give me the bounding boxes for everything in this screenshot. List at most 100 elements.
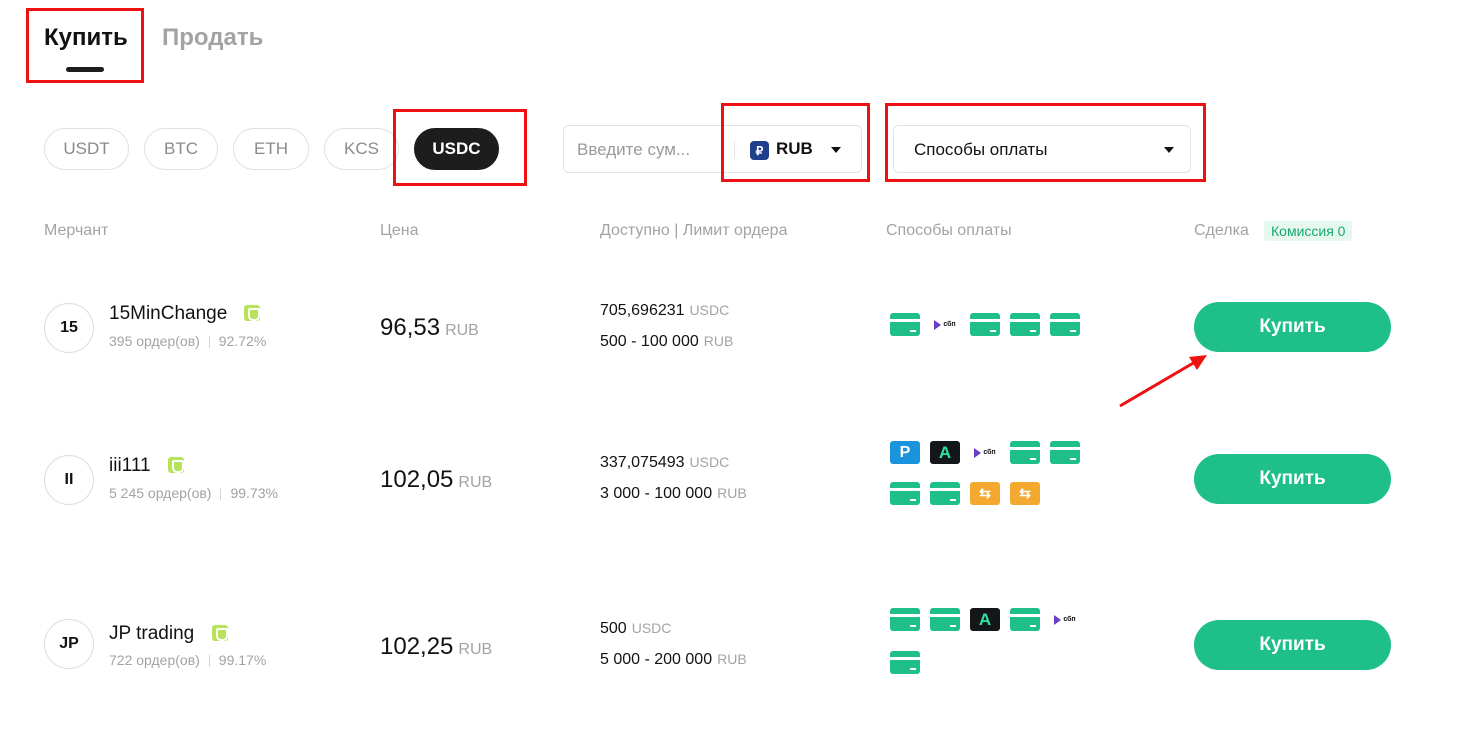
bank-card-icon — [1010, 441, 1040, 464]
bank-card-icon — [930, 482, 960, 505]
buy-button[interactable]: Купить — [1194, 302, 1391, 352]
merchant-stats: 5 245 ордер(ов) 99.73% — [109, 485, 278, 501]
price-value: 102,05 — [380, 466, 454, 493]
table-row: II iii111 5 245 ордер(ов) 99.73% 102,05 RU… — [0, 407, 1458, 557]
limit-value: 500 - 100 000 — [600, 333, 699, 350]
available-value: 500 — [600, 620, 627, 637]
table-row: JP JP trading 722 ордер(ов) 99.17% 102,25… — [0, 574, 1458, 724]
payment-methods-select[interactable]: Способы оплаты — [893, 125, 1191, 173]
bank-card-icon — [1010, 608, 1040, 631]
annotation-arrow-icon — [1119, 355, 1207, 408]
sbp-icon: сбп — [1050, 608, 1080, 631]
price: 102,05 RUB — [380, 466, 492, 494]
fee-badge: Комиссия 0 — [1264, 221, 1353, 241]
price-unit: RUB — [458, 641, 493, 658]
available-unit: USDC — [689, 302, 730, 318]
completion-rate: 99.73% — [230, 485, 278, 501]
verified-shield-icon — [168, 457, 184, 473]
coin-chip-usdt[interactable]: USDT — [44, 128, 129, 170]
divider — [208, 655, 210, 668]
chevron-down-icon[interactable] — [1164, 147, 1174, 153]
coin-chip-eth[interactable]: ETH — [233, 128, 309, 170]
available-amount: 337,075493 USDC — [600, 454, 729, 472]
available-unit: USDC — [631, 620, 672, 636]
available-value: 705,696231 — [600, 302, 685, 319]
bank-card-icon — [1050, 313, 1080, 336]
divider — [220, 488, 222, 501]
bank-card-icon — [890, 608, 920, 631]
advcash-a-icon: A — [930, 441, 960, 464]
header-price: Цена — [380, 222, 419, 239]
sbp-icon: сбп — [970, 441, 1000, 464]
merchant-name[interactable]: JP trading — [109, 623, 194, 645]
bank-card-icon — [890, 651, 920, 674]
completion-rate: 92.72% — [218, 333, 267, 349]
bank-card-icon — [1010, 313, 1040, 336]
price-value: 96,53 — [380, 314, 441, 341]
exchange-icon: ⇆ — [1010, 482, 1040, 505]
orders-count: 5 245 ордер(ов) — [109, 485, 212, 501]
bank-card-icon — [970, 313, 1000, 336]
table-row: 15 15MinChange 395 ордер(ов) 92.72% 96,53… — [0, 255, 1458, 405]
price: 96,53 RUB — [380, 314, 479, 342]
bank-card-icon — [930, 608, 960, 631]
header-deal: Сделка — [1194, 222, 1249, 239]
tab-buy[interactable]: Купить — [44, 24, 128, 52]
order-limit: 5 000 - 200 000 RUB — [600, 651, 747, 669]
avatar: II — [44, 455, 94, 505]
avatar: 15 — [44, 303, 94, 353]
bank-card-icon — [890, 313, 920, 336]
coin-chip-btc[interactable]: BTC — [144, 128, 218, 170]
bank-card-icon — [1050, 441, 1080, 464]
available-value: 337,075493 — [600, 454, 685, 471]
price-unit: RUB — [445, 322, 479, 339]
price-unit: RUB — [458, 474, 493, 491]
divider — [734, 141, 735, 159]
limit-value: 5 000 - 200 000 — [600, 651, 713, 668]
limit-unit: RUB — [703, 333, 734, 349]
orders-count: 722 ордер(ов) — [109, 652, 200, 668]
amount-input[interactable] — [577, 138, 727, 162]
header-available: Доступно | Лимит ордера — [600, 222, 788, 239]
bank-card-icon — [890, 482, 920, 505]
price-value: 102,25 — [380, 633, 454, 660]
verified-shield-icon — [212, 625, 228, 641]
available-amount: 500 USDC — [600, 620, 671, 638]
tab-active-underline — [66, 67, 104, 72]
limit-value: 3 000 - 100 000 — [600, 485, 713, 502]
header-payment: Способы оплаты — [886, 222, 1012, 239]
advcash-a-icon: A — [970, 608, 1000, 631]
divider — [208, 336, 210, 349]
coin-chip-kcs[interactable]: KCS — [324, 128, 399, 170]
tab-sell[interactable]: Продать — [162, 24, 263, 52]
buy-button[interactable]: Купить — [1194, 620, 1391, 670]
payment-methods-select-label: Способы оплаты — [914, 140, 1048, 159]
ruble-icon: ₽ — [750, 141, 769, 160]
parking-p-icon: P — [890, 441, 920, 464]
payment-methods: P A сбп ⇆ ⇆ — [890, 441, 1090, 505]
header-merchant: Мерчант — [44, 222, 109, 239]
amount-field: ₽ RUB — [563, 125, 862, 173]
price: 102,25 RUB — [380, 633, 492, 661]
merchant-stats: 722 ордер(ов) 99.17% — [109, 652, 266, 668]
coin-chip-usdc[interactable]: USDC — [414, 128, 499, 170]
avatar: JP — [44, 619, 94, 669]
verified-shield-icon — [244, 305, 260, 321]
merchant-stats: 395 ордер(ов) 92.72% — [109, 333, 266, 349]
merchant-name[interactable]: 15MinChange — [109, 303, 227, 325]
buy-button[interactable]: Купить — [1194, 454, 1391, 504]
sbp-icon: сбп — [930, 313, 960, 336]
order-limit: 3 000 - 100 000 RUB — [600, 485, 747, 503]
currency-select[interactable]: RUB — [776, 139, 813, 159]
merchant-name[interactable]: iii111 — [109, 455, 151, 477]
available-unit: USDC — [689, 454, 730, 470]
limit-unit: RUB — [717, 485, 747, 501]
payment-methods: сбп — [890, 313, 1090, 336]
completion-rate: 99.17% — [218, 652, 267, 668]
limit-unit: RUB — [717, 651, 747, 667]
available-amount: 705,696231 USDC — [600, 302, 729, 320]
chevron-down-icon[interactable] — [831, 147, 841, 153]
order-limit: 500 - 100 000 RUB — [600, 333, 733, 351]
payment-methods: A сбп — [890, 608, 1090, 674]
exchange-icon: ⇆ — [970, 482, 1000, 505]
